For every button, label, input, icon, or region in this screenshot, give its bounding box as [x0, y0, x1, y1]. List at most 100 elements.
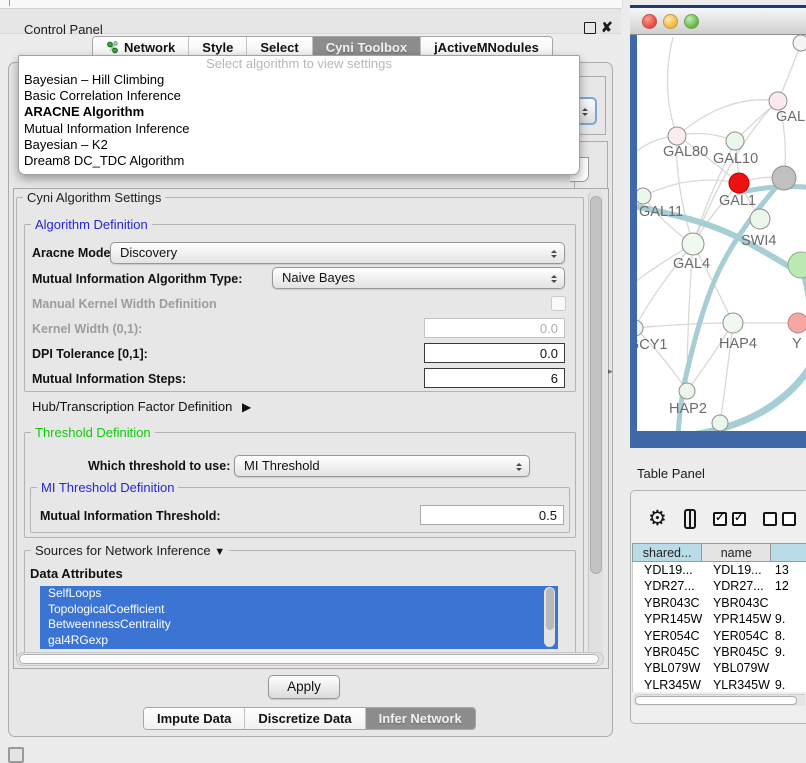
float-window-icon[interactable]	[584, 22, 596, 34]
columns-icon[interactable]	[684, 509, 696, 529]
hub-definition-expander[interactable]: Hub/Transcription Factor Definition	[32, 399, 251, 414]
tab-impute-data[interactable]: Impute Data	[144, 708, 245, 729]
tab-label: Infer Network	[379, 711, 462, 726]
which-threshold-combobox[interactable]: MI Threshold	[234, 455, 530, 477]
unchecked-checkbox-icon	[782, 512, 796, 526]
table-row[interactable]: YLR345WYLR345W9.	[633, 677, 806, 692]
table-horizontal-scrollbar-thumb[interactable]	[635, 696, 797, 705]
table-row[interactable]: YDL19...YDL19...13	[633, 562, 806, 578]
node-label-gal11: GAL11	[639, 204, 683, 220]
manual-kernel-label: Manual Kernel Width Definition	[32, 297, 217, 311]
manual-kernel-checkbox[interactable]	[551, 296, 566, 311]
network-node[interactable]	[637, 188, 651, 204]
attribute-item-topologicalcoefficient[interactable]: TopologicalCoefficient	[40, 602, 558, 618]
table-row[interactable]: YDR27...YDR27...12	[633, 578, 806, 594]
algorithm-option-bayesian-hill-climbing[interactable]: Bayesian – Hill Climbing	[19, 72, 579, 88]
table-cell: 8.	[771, 628, 806, 644]
table-cell: YBR045C	[633, 644, 702, 660]
attribute-item-betweennesscentrality[interactable]: BetweennessCentrality	[40, 617, 558, 633]
table-cell: YER054C	[702, 628, 771, 644]
network-node[interactable]	[729, 173, 749, 193]
node-table: shared...name YDL19...YDL19...13YDR27...…	[632, 543, 806, 692]
network-node[interactable]	[723, 313, 743, 333]
mi-threshold-field[interactable]	[420, 505, 564, 525]
table-row[interactable]: YBR043CYBR043C	[633, 595, 806, 611]
table-row[interactable]: YBL079WYBL079W	[633, 660, 806, 676]
kernel-width-field[interactable]	[424, 318, 565, 338]
spinner-arrows-icon	[516, 460, 524, 474]
network-node[interactable]	[668, 127, 686, 145]
show-columns-icon[interactable]	[713, 512, 746, 526]
dpi-tolerance-field[interactable]	[424, 343, 565, 363]
apply-button[interactable]: Apply	[268, 675, 340, 699]
popup-placeholder: Select algorithm to view settings	[19, 56, 579, 72]
expand-arrow-icon	[242, 399, 251, 414]
network-node[interactable]	[637, 320, 643, 336]
network-node[interactable]	[750, 209, 770, 229]
network-node[interactable]	[788, 313, 806, 333]
node-label-gcy1: GCY1	[637, 337, 668, 353]
column-header-2[interactable]	[770, 543, 806, 562]
attribute-item-gal4rgexp[interactable]: gal4RGexp	[40, 633, 558, 649]
kernel-width-label: Kernel Width (0,1):	[32, 322, 142, 336]
table-toolbar: ⚙	[630, 502, 806, 536]
collapse-arrow-icon: ▼	[214, 546, 225, 558]
algorithm-option-dream8-dc-tdc-algorithm[interactable]: Dream8 DC_TDC Algorithm	[19, 153, 579, 169]
network-edge[interactable]	[637, 323, 733, 328]
dpi-tolerance-label: DPI Tolerance [0,1]:	[32, 347, 148, 361]
table-cell: YBR043C	[702, 595, 771, 611]
column-header-shared[interactable]: shared...	[632, 543, 701, 562]
network-node[interactable]	[772, 166, 796, 190]
gear-icon[interactable]: ⚙	[648, 508, 667, 530]
network-node[interactable]	[712, 415, 728, 431]
aracne-mode-combobox[interactable]: Discovery	[110, 242, 565, 264]
tab-label: Style	[202, 40, 233, 55]
network-node[interactable]	[769, 92, 787, 110]
settings-horizontal-scrollbar-thumb[interactable]	[19, 654, 599, 664]
algorithm-dropdown-popup: Select algorithm to view settings Bayesi…	[18, 55, 580, 175]
network-edge[interactable]	[692, 363, 806, 431]
algorithm-option-bayesian-k2[interactable]: Bayesian – K2	[19, 137, 579, 153]
network-node[interactable]	[793, 35, 806, 51]
network-edge[interactable]	[667, 37, 677, 136]
tab-infer-network[interactable]: Infer Network	[366, 708, 475, 729]
algorithm-option-aracne-algorithm[interactable]: ARACNE Algorithm	[19, 104, 579, 120]
zoom-traffic-light[interactable]	[684, 14, 699, 29]
cyni-algorithm-settings-legend: Cyni Algorithm Settings	[23, 190, 165, 205]
close-icon[interactable]: ✘	[601, 19, 613, 36]
network-node[interactable]	[679, 383, 695, 399]
settings-vertical-scrollbar-thumb[interactable]	[590, 196, 602, 574]
attribute-item-selfloops[interactable]: SelfLoops	[40, 586, 558, 602]
dock-window-icon[interactable]	[8, 747, 24, 763]
hub-definition-label: Hub/Transcription Factor Definition	[32, 399, 232, 414]
network-edge[interactable]	[801, 265, 806, 355]
mi-steps-field[interactable]	[424, 368, 565, 388]
spinner-arrows-icon	[551, 247, 559, 261]
table-row[interactable]: YER054CYER054C8.	[633, 628, 806, 644]
algorithm-option-basic-correlation-inference[interactable]: Basic Correlation Inference	[19, 88, 579, 104]
node-label-swi4: SWI4	[741, 233, 776, 249]
algorithm-option-mutual-information-inference[interactable]: Mutual Information Inference	[19, 121, 579, 137]
network-node[interactable]	[726, 132, 744, 150]
table-cell: 9.	[771, 644, 806, 660]
network-canvas[interactable]: GALGAL80GAL10GAL1GAL11SWI4GAL4GCY1HAP4YH…	[637, 35, 806, 431]
network-window-titlebar[interactable]	[630, 8, 806, 35]
column-header-name[interactable]: name	[701, 543, 770, 562]
tab-discretize-data[interactable]: Discretize Data	[245, 708, 365, 729]
table-row[interactable]: YBR045CYBR045C9.	[633, 644, 806, 660]
minimize-traffic-light[interactable]	[663, 14, 678, 29]
data-attributes-list: SelfLoopsTopologicalCoefficientBetweenne…	[40, 586, 558, 649]
network-node[interactable]	[788, 252, 806, 278]
mi-steps-label: Mutual Information Steps:	[32, 372, 186, 386]
hide-columns-icon[interactable]	[763, 512, 796, 526]
table-row[interactable]: YPR145WYPR145W9.	[633, 611, 806, 627]
table-cell: YBL079W	[702, 660, 771, 676]
attributes-scrollbar-thumb[interactable]	[546, 588, 554, 630]
table-cell: 9.	[771, 611, 806, 627]
close-traffic-light[interactable]	[642, 14, 657, 29]
mi-type-combobox[interactable]: Naive Bayes	[272, 267, 565, 289]
table-cell: YDR27...	[702, 578, 771, 594]
panel-divider-handle[interactable]: ▸	[608, 366, 613, 377]
table-cell: 12	[771, 578, 806, 594]
network-node[interactable]	[682, 233, 704, 255]
